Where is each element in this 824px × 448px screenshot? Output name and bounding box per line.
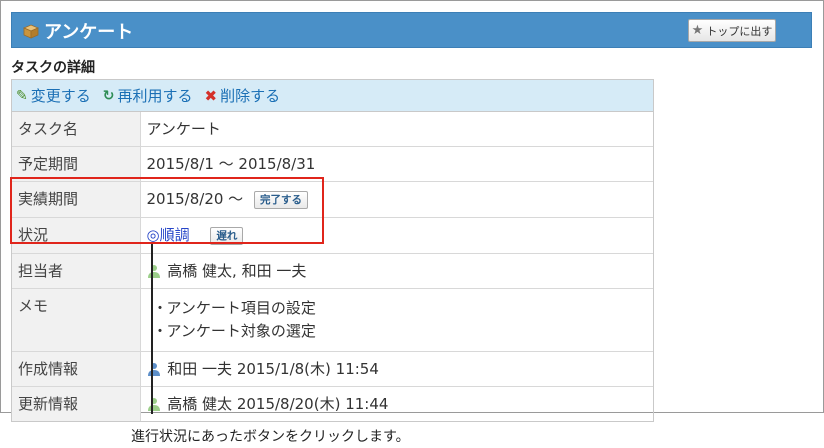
table-row: タスク名 アンケート [12, 112, 653, 147]
task-detail-panel: ✎ 変更する ↻ 再利用する ✖ 削除する タスク名 アンケート 予定期間 20… [11, 79, 654, 422]
memo-list: アンケート項目の設定 アンケート対象の選定 [147, 297, 648, 343]
created-label: 作成情報 [12, 351, 141, 387]
reuse-label: 再利用する [117, 87, 193, 105]
window-frame: アンケート ★ トップに出す タスクの詳細 ✎ 変更する ↻ 再利用する ✖ 削… [0, 0, 824, 422]
detail-table: タスク名 アンケート 予定期間 2015/8/1 ～ 2015/8/31 実績期… [12, 112, 653, 421]
memo-cell: アンケート項目の設定 アンケート対象の選定 [140, 288, 653, 352]
assignee-value: 高橋 健太, 和田 一夫 [167, 262, 307, 280]
reuse-button[interactable]: ↻ 再利用する [103, 85, 193, 106]
callout-text: 進行状況にあったボタンをクリックします。 [131, 429, 410, 445]
action-bar: ✎ 変更する ↻ 再利用する ✖ 削除する [12, 80, 653, 112]
created-value: 和田 一夫 2015/1/8(木) 11:54 [167, 360, 379, 378]
package-icon [22, 24, 40, 39]
user-icon [147, 363, 160, 376]
delete-icon: ✖ [204, 86, 218, 105]
pin-to-top-button[interactable]: ★ トップに出す [688, 19, 776, 42]
recycle-icon: ↻ [102, 87, 115, 104]
table-row: 担当者 高橋 健太, 和田 一夫 [12, 253, 653, 289]
app-header: アンケート ★ トップに出す [11, 12, 812, 48]
user-icon [147, 265, 160, 278]
assignee-cell: 高橋 健太, 和田 一夫 [140, 253, 653, 289]
highlight-box [10, 177, 324, 244]
app-title: アンケート [22, 13, 133, 49]
table-row: 作成情報 和田 一夫 2015/1/8(木) 11:54 [12, 351, 653, 387]
memo-item: アンケート項目の設定 [153, 297, 648, 320]
updated-label: 更新情報 [12, 386, 141, 421]
assignee-label: 担当者 [12, 253, 141, 289]
user-icon [147, 398, 160, 411]
table-row: メモ アンケート項目の設定 アンケート対象の選定 [12, 288, 653, 352]
pin-to-top-label: トップに出す [706, 24, 773, 38]
delete-label: 削除する [220, 87, 281, 105]
pencil-icon: ✎ [16, 87, 28, 104]
edit-label: 変更する [30, 87, 91, 105]
task-name-label: タスク名 [12, 112, 141, 147]
section-title: タスクの詳細 [11, 60, 95, 76]
task-name-value: アンケート [146, 120, 221, 138]
edit-button[interactable]: ✎ 変更する [16, 85, 91, 106]
star-icon: ★ [691, 23, 704, 38]
memo-item: アンケート対象の選定 [153, 320, 648, 343]
created-cell: 和田 一夫 2015/1/8(木) 11:54 [140, 351, 653, 387]
updated-cell: 高橋 健太 2015/8/20(木) 11:44 [140, 386, 653, 421]
callout-line [151, 244, 153, 414]
delete-button[interactable]: ✖ 削除する [205, 85, 281, 106]
table-row: 更新情報 高橋 健太 2015/8/20(木) 11:44 [12, 386, 653, 421]
memo-label: メモ [12, 288, 141, 352]
updated-value: 高橋 健太 2015/8/20(木) 11:44 [167, 395, 389, 413]
app-title-label: アンケート [44, 22, 134, 43]
